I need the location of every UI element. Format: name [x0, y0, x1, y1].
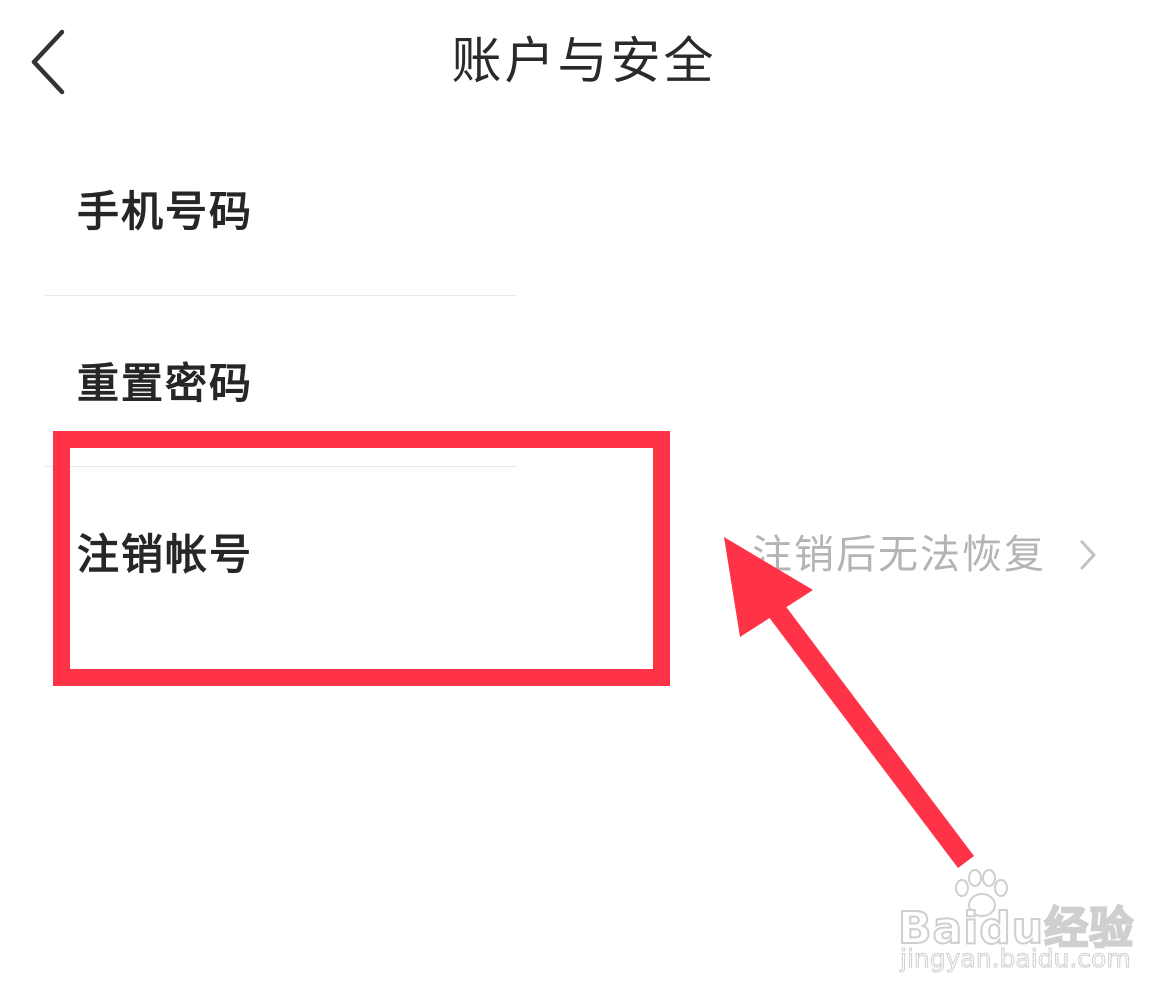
- menu-item-hint: 注销后无法恢复: [752, 532, 1046, 578]
- menu-item-label: 重置密码: [77, 359, 254, 408]
- menu-item-label: 注销帐号: [77, 530, 254, 579]
- divider: [45, 295, 517, 296]
- menu-item-phone-number[interactable]: 手机号码: [0, 140, 1168, 280]
- divider: [45, 466, 517, 467]
- menu-item-reset-password[interactable]: 重置密码: [0, 308, 1168, 448]
- nav-header: 账户与安全: [0, 0, 1168, 125]
- watermark-url-text: jingyan.baidu.com: [900, 944, 1132, 974]
- baidu-watermark: Baidu经验 jingyan.baidu.com: [878, 868, 1134, 978]
- menu-item-cancel-account[interactable]: 注销帐号 注销后无法恢复: [0, 475, 1168, 615]
- menu-item-label: 手机号码: [77, 187, 254, 236]
- page-title: 账户与安全: [451, 32, 717, 90]
- chevron-right-icon: [1080, 540, 1096, 570]
- paw-icon: [955, 869, 1008, 917]
- watermark-logo-text: Baidu经验: [897, 902, 1135, 955]
